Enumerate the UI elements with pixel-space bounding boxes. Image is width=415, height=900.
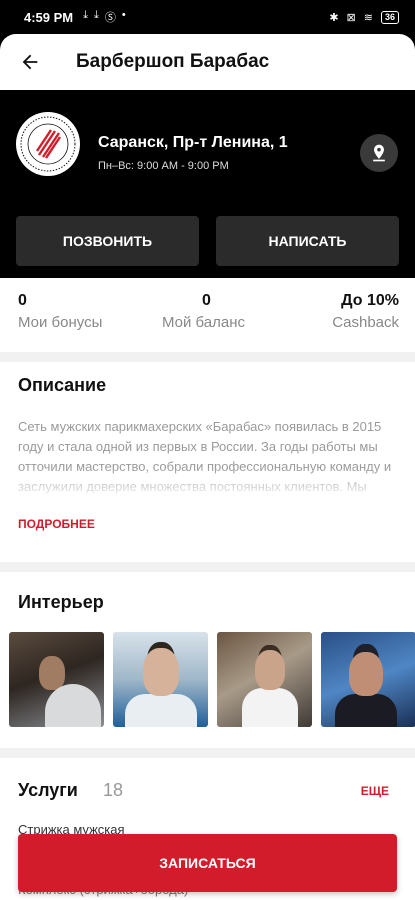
cashback-value: До 10% [341,292,399,309]
map-button[interactable] [360,134,398,172]
shop-address: Саранск, Пр-т Ленина, 1 [98,134,288,151]
services-more-link[interactable]: ЕЩЕ [361,784,389,798]
interior-photo[interactable] [113,632,208,727]
map-pin-icon [373,144,385,162]
book-button[interactable]: ЗАПИСАТЬСЯ [18,834,397,892]
bonus-value: 0 [18,292,27,309]
download-icon: ⤓ [94,9,99,21]
stats-panel: 0 Мои бонусы 0 Мой баланс До 10% Cashbac… [0,278,415,352]
services-count: 18 [103,780,124,800]
download-icon: ⤓ [83,9,89,21]
interior-section: Интерьер [0,572,415,748]
balance-value: 0 [202,292,211,309]
cashback-stat[interactable]: До 10% Cashback [332,292,399,331]
dot-icon: • [121,9,126,21]
cashback-label: Cashback [332,314,399,331]
status-bar: 4:59 PM ⤓ ⤓ Ⓢ • ✱ ⊠ ≋ 36 [0,0,415,34]
description-section: Описание Сеть мужских парикмахерских «Ба… [0,362,415,562]
shop-hours: Пн–Вс: 9:00 AM - 9:00 PM [98,160,229,172]
wifi-icon: ≋ [363,11,373,24]
battery-icon: 36 [380,10,399,24]
balance-stat[interactable]: 0 Мой баланс [162,292,245,331]
app-header: Барбершоп Барабас [0,34,415,90]
bonus-stat[interactable]: 0 Мои бонусы [18,292,102,331]
balance-label: Мой баланс [162,314,246,331]
barber-pole-logo-icon [20,116,76,172]
services-title: Услуги [18,780,78,800]
skype-icon: Ⓢ [104,12,116,24]
interior-title: Интерьер [18,592,104,612]
shop-hero: Саранск, Пр-т Ленина, 1 Пн–Вс: 9:00 AM -… [0,90,415,278]
shop-logo [16,112,80,176]
bluetooth-icon: ✱ [329,11,339,24]
section-divider [0,352,415,362]
bonus-label: Мои бонусы [18,314,103,331]
description-title: Описание [18,375,107,395]
message-button[interactable]: НАПИСАТЬ [216,216,399,266]
interior-photo[interactable] [217,632,312,727]
page-title: Барбершоп Барабас [76,51,270,72]
back-button[interactable] [0,34,60,90]
sim-icon: ⊠ [346,11,356,24]
arrow-left-icon [22,54,38,70]
description-text: Сеть мужских парикмахерских «Барабас» по… [18,419,392,501]
read-more-link[interactable]: ПОДРОБНЕЕ [18,517,95,531]
section-divider [0,562,415,572]
status-time: 4:59 PM [24,9,74,25]
call-button[interactable]: ПОЗВОНИТЬ [16,216,199,266]
interior-photo[interactable] [9,632,104,727]
section-divider [0,748,415,758]
interior-photo[interactable] [321,632,415,727]
